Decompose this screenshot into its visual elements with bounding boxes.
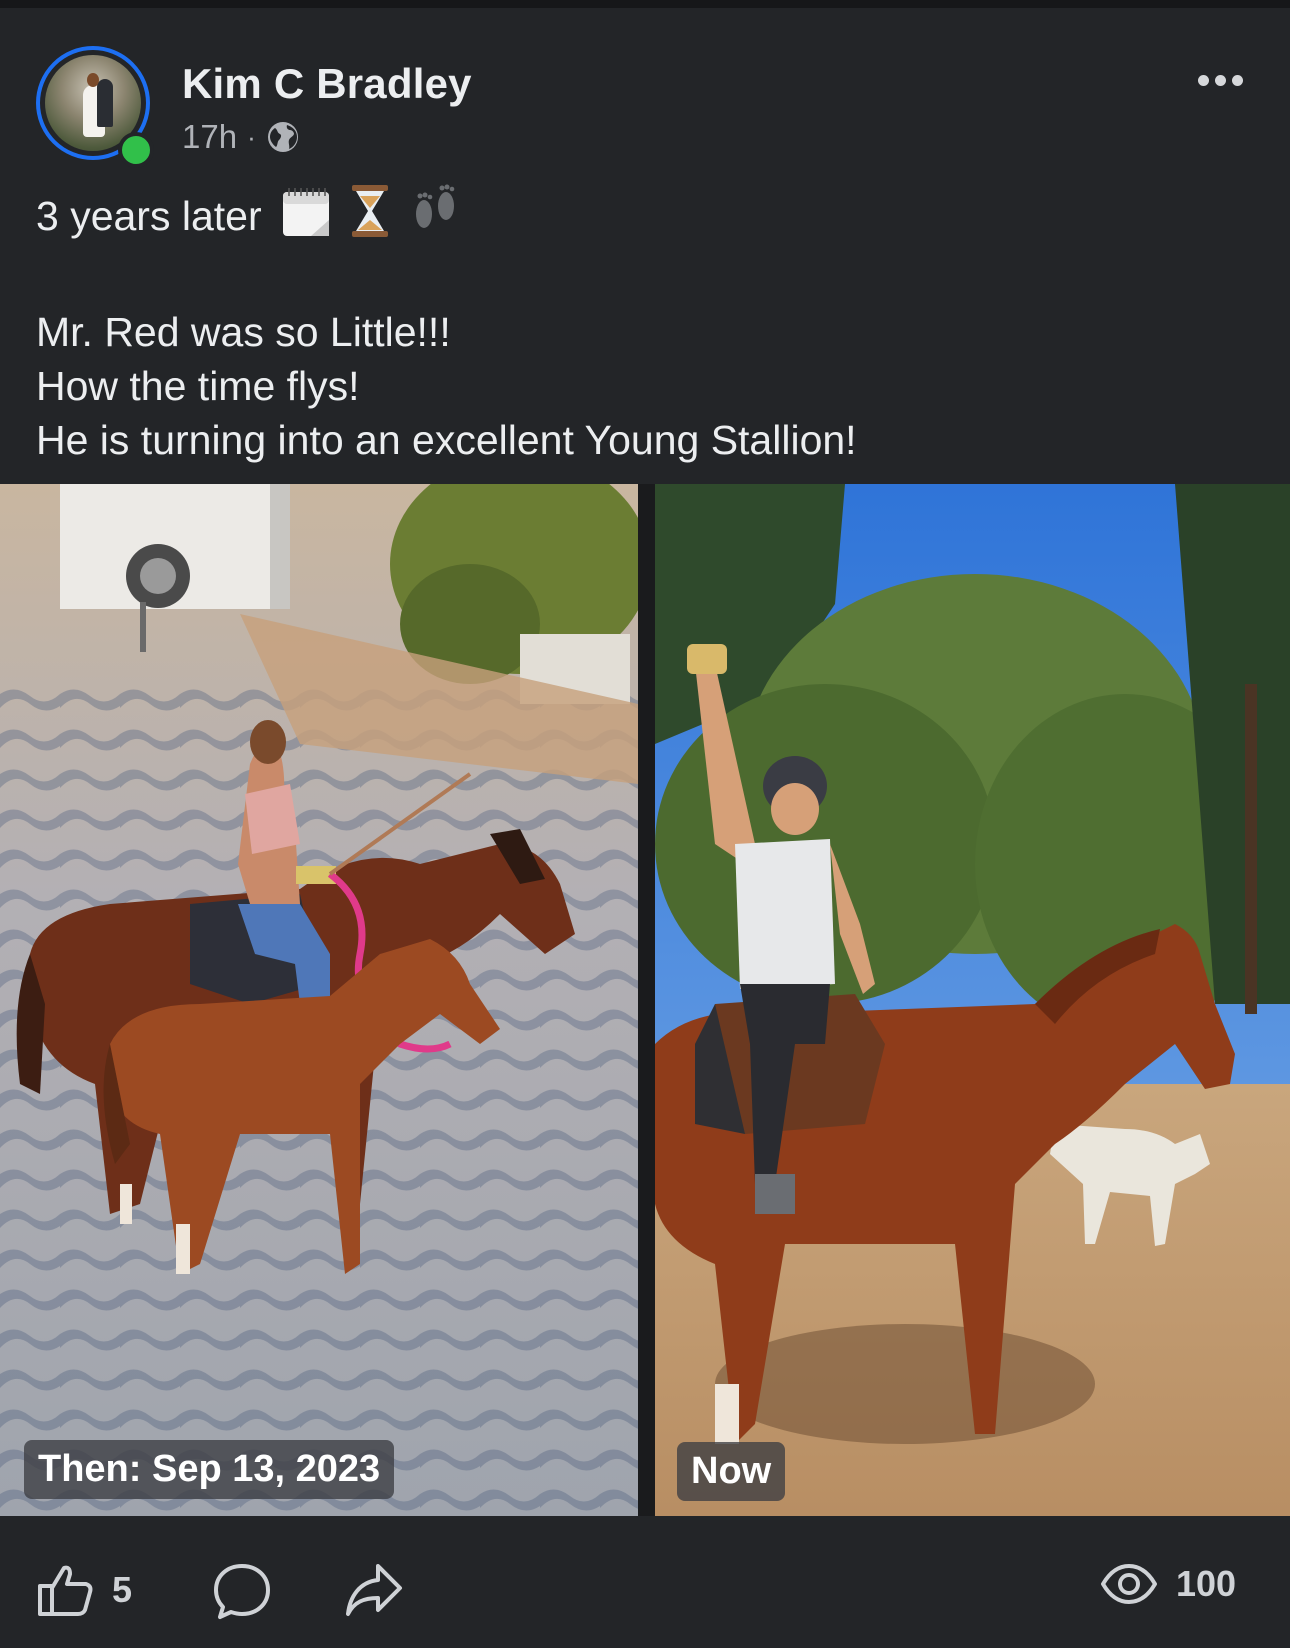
more-options-button[interactable] xyxy=(1198,68,1250,92)
comment-button[interactable] xyxy=(212,1562,272,1620)
hourglass-emoji-icon xyxy=(350,184,390,251)
like-count: 5 xyxy=(112,1569,133,1610)
caption-text: 3 years later xyxy=(36,193,262,239)
share-button[interactable] xyxy=(344,1562,404,1618)
views-indicator: 100 xyxy=(1100,1562,1236,1606)
caption-line: Mr. Red was so Little!!! xyxy=(36,309,451,355)
caption-line: 3 years later xyxy=(36,184,1256,251)
more-dot-icon xyxy=(1232,74,1243,86)
thumbs-up-icon xyxy=(36,1562,94,1618)
online-status-dot xyxy=(118,132,154,168)
more-dot-icon xyxy=(1215,74,1226,86)
post-meta: 17h · xyxy=(182,118,300,156)
caption-line: How the time flys! xyxy=(36,363,360,409)
photo-divider xyxy=(638,484,655,1516)
eye-icon xyxy=(1100,1562,1158,1606)
post-action-bar: 5 100 xyxy=(0,1516,1290,1648)
meta-separator: · xyxy=(247,121,256,152)
photo-label-then: Then: Sep 13, 2023 xyxy=(24,1440,395,1499)
share-arrow-icon xyxy=(344,1562,404,1618)
photo-label-now: Now xyxy=(677,1442,786,1501)
footprints-emoji-icon xyxy=(410,184,460,251)
more-dot-icon xyxy=(1198,74,1209,86)
calendar-emoji-icon xyxy=(281,186,331,251)
author-name[interactable]: Kim C Bradley xyxy=(182,60,472,108)
photo-then[interactable]: Then: Sep 13, 2023 xyxy=(0,484,638,1516)
like-button[interactable]: 5 xyxy=(36,1562,132,1618)
post-card: Kim C Bradley 17h · 3 years later Mr. Re… xyxy=(0,8,1290,1648)
comment-bubble-icon xyxy=(212,1562,272,1620)
post-time[interactable]: 17h xyxy=(182,118,237,156)
top-border xyxy=(0,0,1290,8)
photo-now[interactable]: Now xyxy=(655,484,1290,1516)
caption-line: He is turning into an excellent Young St… xyxy=(36,417,857,463)
post-caption: 3 years later Mr. Red was so Little!!! H… xyxy=(36,184,1256,467)
globe-icon xyxy=(266,120,300,154)
views-count: 100 xyxy=(1176,1563,1237,1604)
